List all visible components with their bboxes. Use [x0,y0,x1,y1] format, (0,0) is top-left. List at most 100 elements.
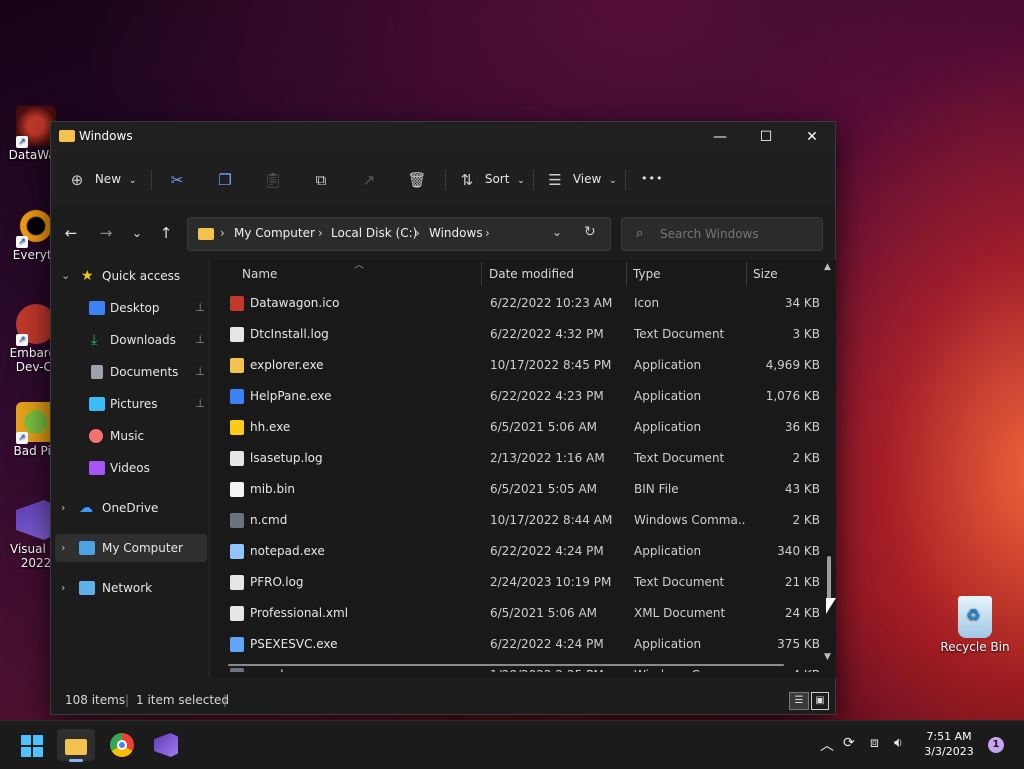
show-hidden-icons-chevron-icon[interactable]: ︿ [820,735,834,755]
scroll-up-arrow-icon[interactable]: ▲ [824,262,831,272]
search-input[interactable] [658,224,818,244]
navigation-pane: ⌄ ★ Quick access Desktop ⊥ ⤓ Downloads ⊥… [51,260,209,678]
column-header-date-modified[interactable]: Date modified [489,260,574,288]
copy-button[interactable]: ❐ [215,164,235,194]
sidebar-item-videos[interactable]: Videos [55,454,207,482]
sidebar-item-network[interactable]: › Network [55,574,207,602]
scrollbar-thumb[interactable] [827,556,831,600]
file-icon [230,513,244,528]
table-row[interactable]: DtcInstall.log 6/22/2022 4:32 PM Text Docu… [210,319,822,350]
address-bar[interactable]: › My Computer › Local Disk (C:) › Window… [187,217,611,251]
notification-badge[interactable]: 1 [988,737,1004,753]
file-name: mib.bin [250,482,296,496]
breadcrumb-local-disk[interactable]: Local Disk (C:) [331,226,417,240]
time: 7:51 AM [926,730,972,743]
desktop-icon-recycle-bin[interactable]: ♻ Recycle Bin [937,596,1013,654]
up-button[interactable]: ↑ [153,220,179,246]
rename-button[interactable]: ⧉ [311,164,331,194]
sidebar-item-downloads[interactable]: ⤓ Downloads ⊥ [55,326,207,354]
recycle-symbol-icon: ♻ [966,605,981,624]
star-icon: ★ [81,268,94,284]
sidebar-item-label: Pictures [110,397,158,411]
table-row[interactable]: HelpPane.exe 6/22/2022 4:23 PM Application… [210,381,822,412]
table-row[interactable]: lsasetup.log 2/13/2022 1:16 AM Text Docume… [210,443,822,474]
table-row[interactable]: PSEXESVC.exe 6/22/2022 4:24 PM Application… [210,629,822,660]
tiles-view-button[interactable]: ▣ [811,692,829,710]
breadcrumb-my-computer[interactable]: My Computer [234,226,315,240]
sync-icon[interactable]: ⟳ [843,735,855,751]
new-button[interactable]: ⊕ New ⌄ [67,164,137,194]
title-bar[interactable]: Windows — ☐ ✕ [51,122,835,152]
chevron-right-icon: › [61,501,66,514]
sidebar-item-onedrive[interactable]: › ☁ OneDrive [55,494,207,522]
sidebar-item-label: Documents [110,365,179,379]
sidebar-item-documents[interactable]: Documents ⊥ [55,358,207,386]
taskbar-file-explorer[interactable] [57,729,95,762]
column-divider[interactable] [746,262,747,286]
breadcrumb-windows[interactable]: Windows [429,226,483,240]
file-size: 36 KB [784,420,820,434]
table-row[interactable]: notepad.exe 6/22/2022 4:24 PM Application 3… [210,536,822,567]
file-type: Text Document [634,451,725,465]
table-row[interactable]: n.cmd 10/17/2022 8:44 AM Windows Comma... 2… [210,505,822,536]
minimize-button[interactable]: — [697,122,743,152]
delete-button[interactable]: 🗑︎ [407,164,427,194]
file-type: Icon [634,296,660,310]
forward-button[interactable]: → [93,220,119,246]
network-status-icon[interactable]: ⧈ [870,735,879,751]
view-button[interactable]: ☰ View ⌄ [545,164,616,194]
sidebar-item-my-computer[interactable]: › My Computer [55,534,207,562]
table-row[interactable]: explorer.exe 10/17/2022 8:45 PM Applicatio… [210,350,822,381]
file-explorer-window: Windows — ☐ ✕ ⊕ New ⌄ ✂ ❐ 📋︎ ⧉ ↗ 🗑︎ ⇅ So… [50,121,836,715]
table-row[interactable]: Professional.xml 6/5/2021 5:06 AM XML Docu… [210,598,822,629]
file-icon [230,544,244,559]
folder-icon [65,739,87,755]
refresh-icon[interactable]: ↻ [584,224,596,240]
column-header-type[interactable]: Type [633,260,661,288]
recent-locations-button[interactable]: ⌄ [124,220,150,246]
column-header-size[interactable]: Size [753,260,778,288]
sidebar-item-music[interactable]: Music [55,422,207,450]
file-date-modified: 2/13/2022 1:16 AM [490,451,605,465]
paste-button[interactable]: 📋︎ [263,164,283,194]
back-button[interactable]: ← [58,220,84,246]
taskbar-chrome[interactable] [106,729,138,761]
address-history-chevron-icon[interactable]: ⌄ [552,225,562,239]
table-row[interactable]: hh.exe 6/5/2021 5:06 AM Application 36 KB [210,412,822,443]
column-divider[interactable] [481,262,482,286]
scissors-icon: ✂ [170,170,184,189]
sidebar-item-desktop[interactable]: Desktop ⊥ [55,294,207,322]
clock[interactable]: 7:51 AM 3/3/2023 [910,729,988,759]
column-header-name[interactable]: Name [242,260,277,288]
column-divider[interactable] [626,262,627,286]
horizontal-scrollbar[interactable] [226,664,786,668]
table-row[interactable]: Datawagon.ico 6/22/2022 10:23 AM Icon 34 KB [210,288,822,319]
sort-button[interactable]: ⇅ Sort ⌄ [457,164,525,194]
cut-button[interactable]: ✂ [167,164,187,194]
search-icon: ⌕ [636,226,644,241]
sidebar-item-quick-access[interactable]: ⌄ ★ Quick access [55,262,207,290]
details-view-button[interactable]: ☰ [789,692,809,710]
copy-icon: ❐ [218,170,232,189]
table-row[interactable]: mib.bin 6/5/2021 5:05 AM BIN File 43 KB [210,474,822,505]
taskbar-visual-studio[interactable] [150,729,182,761]
table-row[interactable]: PFRO.log 2/24/2023 10:19 PM Text Document 2… [210,567,822,598]
close-button[interactable]: ✕ [789,122,835,152]
sidebar-item-label: My Computer [102,541,183,555]
view-lines-icon: ☰ [548,170,562,189]
scroll-down-arrow-icon[interactable]: ▼ [824,652,831,662]
share-button[interactable]: ↗ [359,164,379,194]
sidebar-item-label: OneDrive [102,501,159,515]
sidebar-item-pictures[interactable]: Pictures ⊥ [55,390,207,418]
file-size: 3 KB [792,327,820,341]
search-box[interactable]: ⌕ [621,217,823,251]
file-size: 340 KB [777,544,820,558]
file-rows: Datawagon.ico 6/22/2022 10:23 AM Icon 34 KB… [210,288,822,672]
maximize-button[interactable]: ☐ [743,122,789,152]
file-size: 375 KB [777,637,820,651]
start-button[interactable] [16,729,48,761]
divider [445,170,446,190]
see-more-button[interactable]: ••• [641,164,663,194]
volume-icon[interactable]: 🔉︎ [894,735,903,751]
scrollbar-thumb[interactable] [228,664,784,666]
